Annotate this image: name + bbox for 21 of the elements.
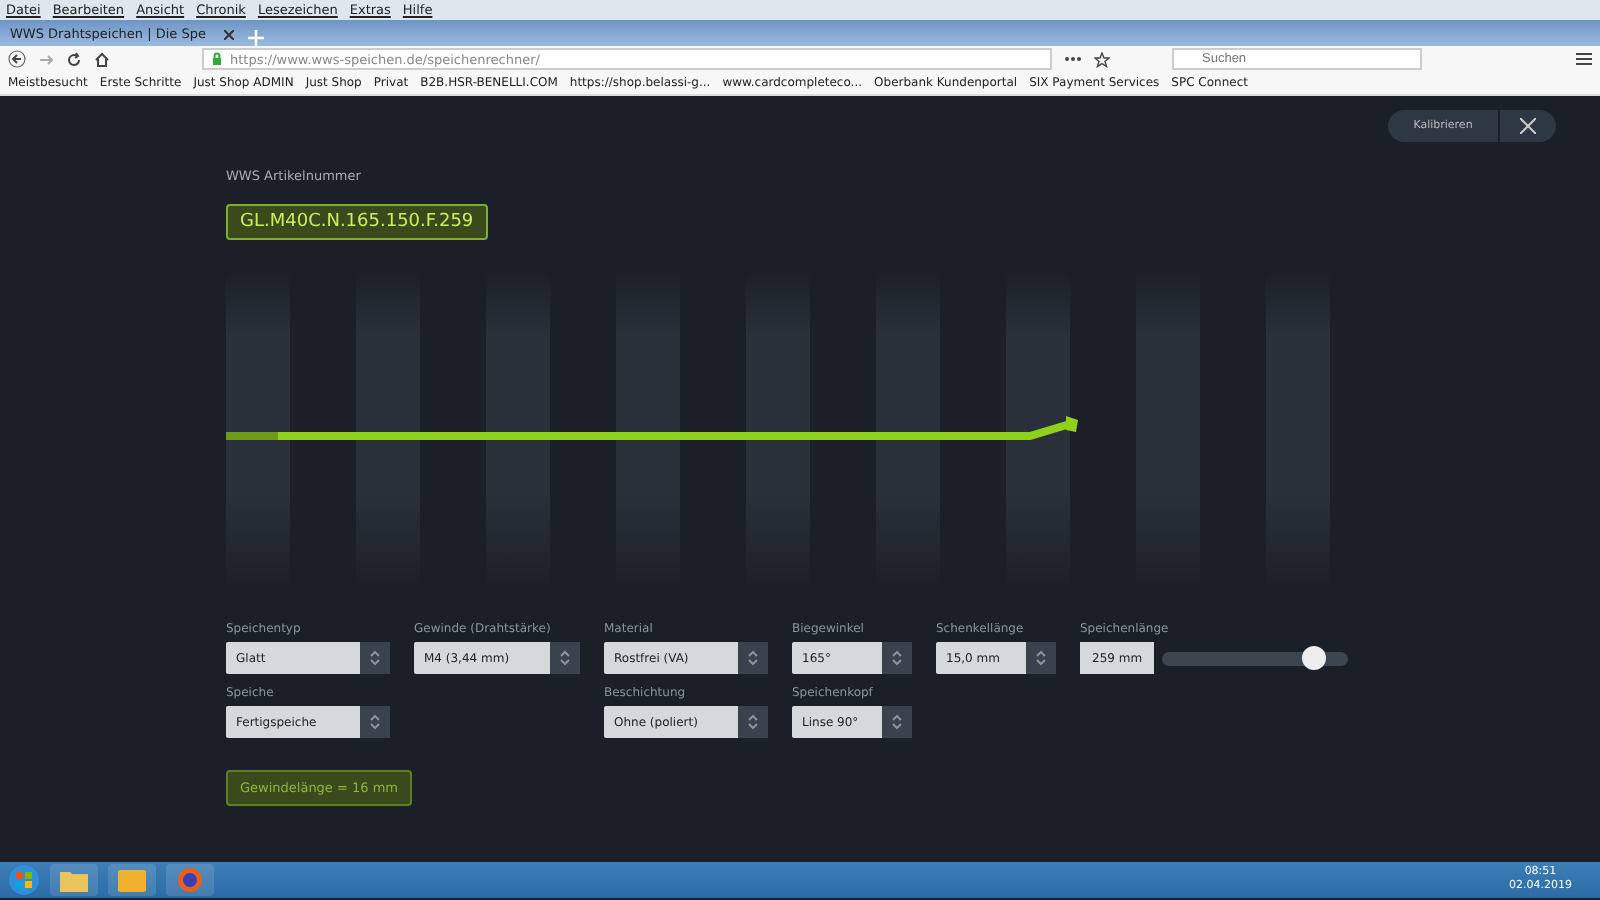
article-number: GL.M40C.N.165.150.F.259: [226, 204, 488, 240]
close-icon[interactable]: [224, 29, 234, 39]
up-down-arrows-icon: [370, 714, 380, 730]
reload-icon[interactable]: [66, 51, 82, 67]
up-down-arrows-icon: [1036, 650, 1046, 666]
length-slider[interactable]: [1162, 651, 1349, 665]
back-icon[interactable]: [8, 50, 26, 68]
home-icon[interactable]: [94, 51, 110, 67]
up-down-arrows-icon: [560, 650, 570, 666]
up-down-arrows-icon: [370, 650, 380, 666]
up-down-arrows-icon: [892, 650, 902, 666]
close-icon: [1520, 118, 1536, 134]
up-down-arrows-icon: [748, 650, 758, 666]
menu-icon[interactable]: [1576, 52, 1592, 66]
close-button[interactable]: [1500, 110, 1556, 142]
windows-start-icon[interactable]: [8, 864, 40, 896]
up-down-arrows-icon: [748, 714, 758, 730]
more-icon[interactable]: [1064, 56, 1082, 62]
up-down-arrows-icon: [892, 714, 902, 730]
star-icon[interactable]: [1094, 51, 1110, 67]
plus-icon[interactable]: [248, 30, 264, 46]
